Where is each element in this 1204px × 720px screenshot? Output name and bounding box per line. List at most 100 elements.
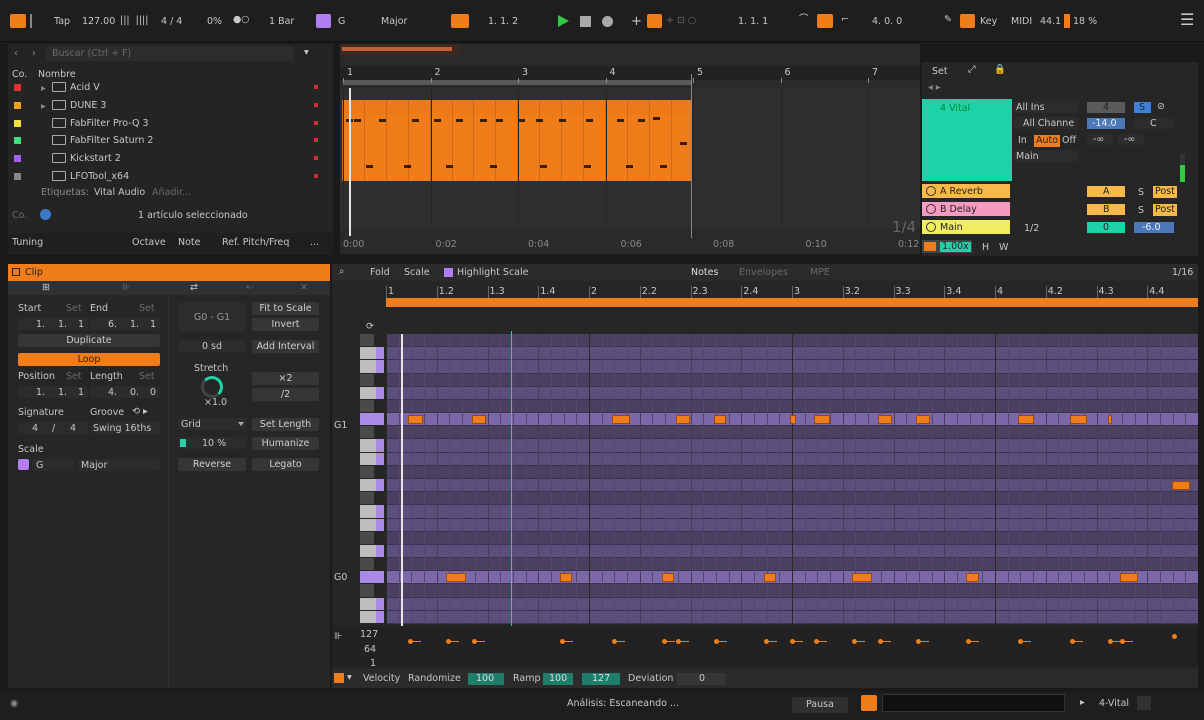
expand-chevron-icon[interactable]: ▸ <box>41 101 46 112</box>
status-info-icon[interactable]: ◉ <box>10 699 18 709</box>
piano-key[interactable] <box>360 492 374 505</box>
clip-region[interactable] <box>342 100 692 181</box>
clip-toggle[interactable] <box>12 268 20 276</box>
midi-note[interactable] <box>966 573 979 583</box>
expand-icon[interactable]: ⤢ <box>968 65 976 75</box>
midi-note[interactable] <box>560 573 572 583</box>
midi-note[interactable] <box>612 415 630 425</box>
end-set[interactable]: Set <box>139 304 155 314</box>
set-length-button[interactable]: Set Length <box>252 418 319 431</box>
humanize-amount[interactable]: 10 % <box>178 437 246 449</box>
browser-item[interactable]: LFOTool_x64 <box>70 172 129 182</box>
audio-tab-icon[interactable]: ⊪ <box>122 283 130 293</box>
loop-length-field[interactable]: 4. 0. 0 <box>872 17 902 27</box>
expand-tab-icon[interactable]: ✕ <box>300 283 308 293</box>
groove-select[interactable]: Swing 16ths <box>90 422 160 434</box>
midi-note[interactable] <box>916 415 930 425</box>
track-volume[interactable]: -14.0 <box>1087 118 1125 129</box>
search-icon[interactable]: ⌕ <box>339 267 344 277</box>
velocity-chevron-down-icon[interactable]: ▾ <box>347 673 352 683</box>
filter-icon[interactable]: ▾ <box>304 48 309 58</box>
midi-note[interactable] <box>764 573 776 583</box>
automation-arm-button[interactable] <box>647 14 662 28</box>
midi-note[interactable] <box>1120 573 1138 583</box>
monitor-auto[interactable]: Auto <box>1034 135 1061 147</box>
send-knob[interactable]: A <box>1087 186 1125 197</box>
halve-button[interactable]: /2 <box>252 388 319 401</box>
tab-mpe[interactable]: MPE <box>810 268 830 278</box>
length-set[interactable]: Set <box>139 372 155 382</box>
browser-item[interactable]: DUNE 3 <box>70 101 106 111</box>
window-menu-icon[interactable]: ☰ <box>1180 12 1194 28</box>
midi-note[interactable] <box>1018 415 1034 425</box>
randomize-value[interactable]: 100 <box>468 673 505 685</box>
ramp-end[interactable]: 127 <box>582 673 621 685</box>
tap-button[interactable]: Tap <box>54 17 70 27</box>
overview-strip[interactable] <box>340 44 460 55</box>
w-button[interactable]: W <box>999 243 1008 253</box>
humanize-button[interactable]: Humanize <box>252 437 319 450</box>
punch-out-icon[interactable]: ⌐ <box>841 15 849 25</box>
signature-field[interactable]: 4 / 4 <box>18 422 88 434</box>
key-mode-select[interactable]: Major <box>381 17 407 27</box>
return-play-icon[interactable] <box>926 186 936 196</box>
velocity-toggle[interactable] <box>334 673 344 683</box>
return-solo[interactable]: S <box>1138 188 1144 198</box>
punch-in-icon[interactable]: ⌒ <box>799 15 809 25</box>
midi-note[interactable] <box>1070 415 1087 425</box>
info-icon[interactable] <box>40 209 51 220</box>
start-set[interactable]: Set <box>66 304 82 314</box>
midi-note[interactable] <box>814 415 830 425</box>
midi-note[interactable] <box>676 415 690 425</box>
browser-item[interactable]: Kickstart 2 <box>70 154 121 164</box>
play-track-icon[interactable]: ▸ <box>1080 698 1085 708</box>
piano-key[interactable] <box>360 426 374 439</box>
midi-map-label[interactable]: MIDI <box>1011 17 1032 27</box>
solo-button[interactable]: S <box>1134 102 1151 113</box>
piano-key[interactable] <box>360 465 374 478</box>
piano-key[interactable] <box>360 399 374 413</box>
arrangement-quant[interactable]: 1/4 <box>892 220 916 235</box>
quant-select[interactable]: 1 Bar <box>269 17 294 27</box>
play-icon[interactable] <box>558 15 569 27</box>
track-number[interactable]: 4 <box>1087 102 1125 113</box>
pause-button[interactable]: Pausa <box>792 697 848 713</box>
arm-icon[interactable]: ⊘ <box>1157 102 1165 112</box>
return-track[interactable]: A Reverb <box>922 184 1010 198</box>
piano-key[interactable] <box>360 373 374 386</box>
return-track[interactable]: B Delay <box>922 202 1010 216</box>
add-icon[interactable]: + <box>631 15 642 28</box>
note-grid[interactable] <box>386 334 1198 624</box>
transform-tab-icon[interactable]: ⇄ <box>190 283 198 293</box>
send-knob[interactable]: B <box>1087 204 1125 215</box>
browser-item[interactable]: Acid V <box>70 83 100 93</box>
input-select[interactable]: All Ins <box>1013 101 1078 113</box>
main-volume[interactable]: -6.0 <box>1134 222 1174 233</box>
scale-root-select[interactable]: G <box>32 459 74 471</box>
signature-field[interactable]: 4 / 4 <box>161 17 182 27</box>
channel-select[interactable]: All Channe <box>1013 117 1078 129</box>
return-play-icon[interactable] <box>926 204 936 214</box>
midi-note[interactable] <box>1172 481 1190 491</box>
ramp-start[interactable]: 100 <box>543 673 574 685</box>
double-button[interactable]: ×2 <box>252 372 319 385</box>
monitor-in[interactable]: In <box>1018 136 1027 146</box>
deviation-value[interactable]: 0 <box>677 673 726 685</box>
midi-note[interactable] <box>446 573 466 583</box>
midi-note[interactable] <box>408 415 423 425</box>
monitor-off[interactable]: Off <box>1062 136 1076 146</box>
draw-mode-icon[interactable]: ✎ <box>944 15 952 25</box>
tab-notes[interactable]: Notes <box>691 268 718 278</box>
key-root-select[interactable]: G <box>338 17 345 27</box>
highlight-checkbox[interactable] <box>444 268 453 277</box>
fit-to-scale-button[interactable]: Fit to Scale <box>252 302 319 315</box>
post-toggle[interactable]: Post <box>1153 186 1177 198</box>
midi-note[interactable] <box>662 573 674 583</box>
browser-search-input[interactable]: Buscar (Ctrl + F) <box>46 46 294 61</box>
key-map-label[interactable]: Key <box>980 17 997 27</box>
track-pan[interactable]: C <box>1134 118 1174 129</box>
midi-note[interactable] <box>714 415 726 425</box>
return-track[interactable]: Main <box>922 220 1010 234</box>
groove-hotswap-icon[interactable]: ⟲ ▸ <box>132 407 148 417</box>
ableton-logo[interactable] <box>10 14 26 28</box>
